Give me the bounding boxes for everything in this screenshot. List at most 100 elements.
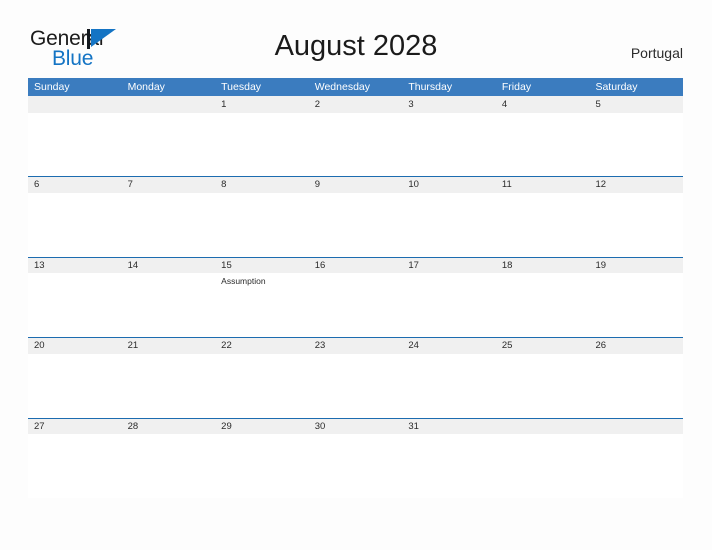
day-number-21[interactable]: 21 [122, 338, 216, 354]
calendar-week-row: 12345 [28, 96, 683, 176]
week-event-band [28, 353, 683, 418]
day-events-cell [28, 434, 122, 498]
day-number-9[interactable]: 9 [309, 177, 403, 193]
day-number-5[interactable]: 5 [589, 96, 683, 113]
weekday-header-friday: Friday [501, 81, 532, 93]
day-number-empty [589, 419, 683, 435]
page-title: August 2028 [274, 30, 438, 62]
day-events-cell [122, 193, 216, 257]
day-events-cell [402, 193, 496, 257]
page-header: General Blue August 2028 Portugal [0, 0, 712, 78]
day-events-cell [215, 113, 309, 176]
day-number-6[interactable]: 6 [28, 177, 122, 193]
weekday-header-saturday: Saturday [595, 81, 638, 93]
day-events-cell [122, 354, 216, 418]
day-events-cell [215, 193, 309, 257]
day-number-15[interactable]: 15 [215, 258, 309, 274]
calendar-week-row: 20 21 22 23 24 25 26 [28, 337, 683, 418]
day-events-cell [589, 354, 683, 418]
calendar-week-row: 27 28 29 30 31 [28, 417, 683, 498]
day-number-8[interactable]: 8 [215, 177, 309, 193]
day-number-27[interactable]: 27 [28, 419, 122, 435]
day-number-10[interactable]: 10 [402, 177, 496, 193]
day-number-2[interactable]: 2 [309, 96, 403, 113]
day-events-cell [122, 273, 216, 337]
day-events-cell [28, 193, 122, 257]
week-event-band [28, 192, 683, 257]
week-date-number-band: 6 7 8 9 10 11 12 [28, 176, 683, 193]
day-number-3[interactable]: 3 [402, 96, 496, 113]
week-event-band [28, 113, 683, 176]
day-number-28[interactable]: 28 [122, 419, 216, 435]
day-number-11[interactable]: 11 [496, 177, 590, 193]
day-number-23[interactable]: 23 [309, 338, 403, 354]
day-number-7[interactable]: 7 [122, 177, 216, 193]
day-events-cell [496, 273, 590, 337]
day-events-cell [215, 434, 309, 498]
day-number-31[interactable]: 31 [402, 419, 496, 435]
day-number-empty [28, 96, 122, 113]
weekday-header-row: Sunday Monday Tuesday Wednesday Thursday Frid… [28, 78, 683, 96]
week-date-number-band: 13 14 15 16 17 18 19 [28, 256, 683, 274]
calendar-page: General Blue August 2028 Portugal Sunday… [0, 0, 712, 550]
day-events-cell [402, 113, 496, 176]
day-number-empty [496, 419, 590, 435]
day-events-cell [309, 113, 403, 176]
day-events-cell [402, 434, 496, 498]
weekday-header-thursday: Thursday [408, 81, 453, 93]
week-event-band: Assumption [28, 273, 683, 337]
day-events-cell [589, 113, 683, 176]
day-events-cell [496, 193, 590, 257]
calendar-week-row: 6 7 8 9 10 11 12 [28, 176, 683, 257]
day-events-cell: Assumption [215, 273, 309, 337]
day-events-cell [122, 113, 216, 176]
week-date-number-band: 12345 [28, 96, 683, 113]
day-events-cell [496, 434, 590, 498]
calendar-grid: Sunday Monday Tuesday Wednesday Thursday Frid… [28, 78, 683, 498]
day-number-1[interactable]: 1 [215, 96, 309, 113]
region-label: Portugal [630, 45, 683, 61]
day-number-24[interactable]: 24 [402, 338, 496, 354]
day-number-18[interactable]: 18 [496, 258, 590, 274]
day-events-cell [309, 434, 403, 498]
day-events-cell [589, 434, 683, 498]
week-date-number-band: 27 28 29 30 31 [28, 417, 683, 435]
day-number-19[interactable]: 19 [589, 258, 683, 274]
day-events-cell [496, 354, 590, 418]
day-events-cell [402, 354, 496, 418]
day-number-13[interactable]: 13 [28, 258, 122, 274]
day-events-cell [215, 354, 309, 418]
calendar-weeks: 1 2 3 4 5 6 7 8 9 10 11 12 13 14 15 16 17 18 19 Assumption 2… [28, 96, 683, 498]
day-number-12[interactable]: 12 [589, 177, 683, 193]
holiday-event-label: Assumption [221, 276, 266, 286]
day-events-cell [589, 273, 683, 337]
day-events-cell [122, 434, 216, 498]
day-events-cell [28, 354, 122, 418]
day-events-cell [402, 273, 496, 337]
day-number-4[interactable]: 4 [496, 96, 590, 113]
week-date-number-band: 20 21 22 23 24 25 26 [28, 337, 683, 354]
weekday-header-sunday: Sunday [34, 81, 70, 93]
day-number-29[interactable]: 29 [215, 419, 309, 435]
weekday-header-monday: Monday [127, 81, 165, 93]
weekday-header-tuesday: Tuesday [221, 81, 262, 93]
day-number-20[interactable]: 20 [28, 338, 122, 354]
calendar-week-row: 13 14 15 16 17 18 19 Assumption [28, 256, 683, 337]
week-event-band [28, 434, 683, 498]
day-events-cell [309, 193, 403, 257]
weekday-header-wednesday: Wednesday [314, 81, 370, 93]
day-number-30[interactable]: 30 [309, 419, 403, 435]
day-number-17[interactable]: 17 [402, 258, 496, 274]
day-events-cell [496, 113, 590, 176]
day-events-cell [28, 113, 122, 176]
day-number-16[interactable]: 16 [309, 258, 403, 274]
day-number-22[interactable]: 22 [215, 338, 309, 354]
day-events-cell [309, 354, 403, 418]
day-number-14[interactable]: 14 [122, 258, 216, 274]
day-events-cell [589, 193, 683, 257]
day-events-cell [309, 273, 403, 337]
day-number-26[interactable]: 26 [589, 338, 683, 354]
day-number-25[interactable]: 25 [496, 338, 590, 354]
day-events-cell [28, 273, 122, 337]
day-number-empty [122, 96, 216, 113]
